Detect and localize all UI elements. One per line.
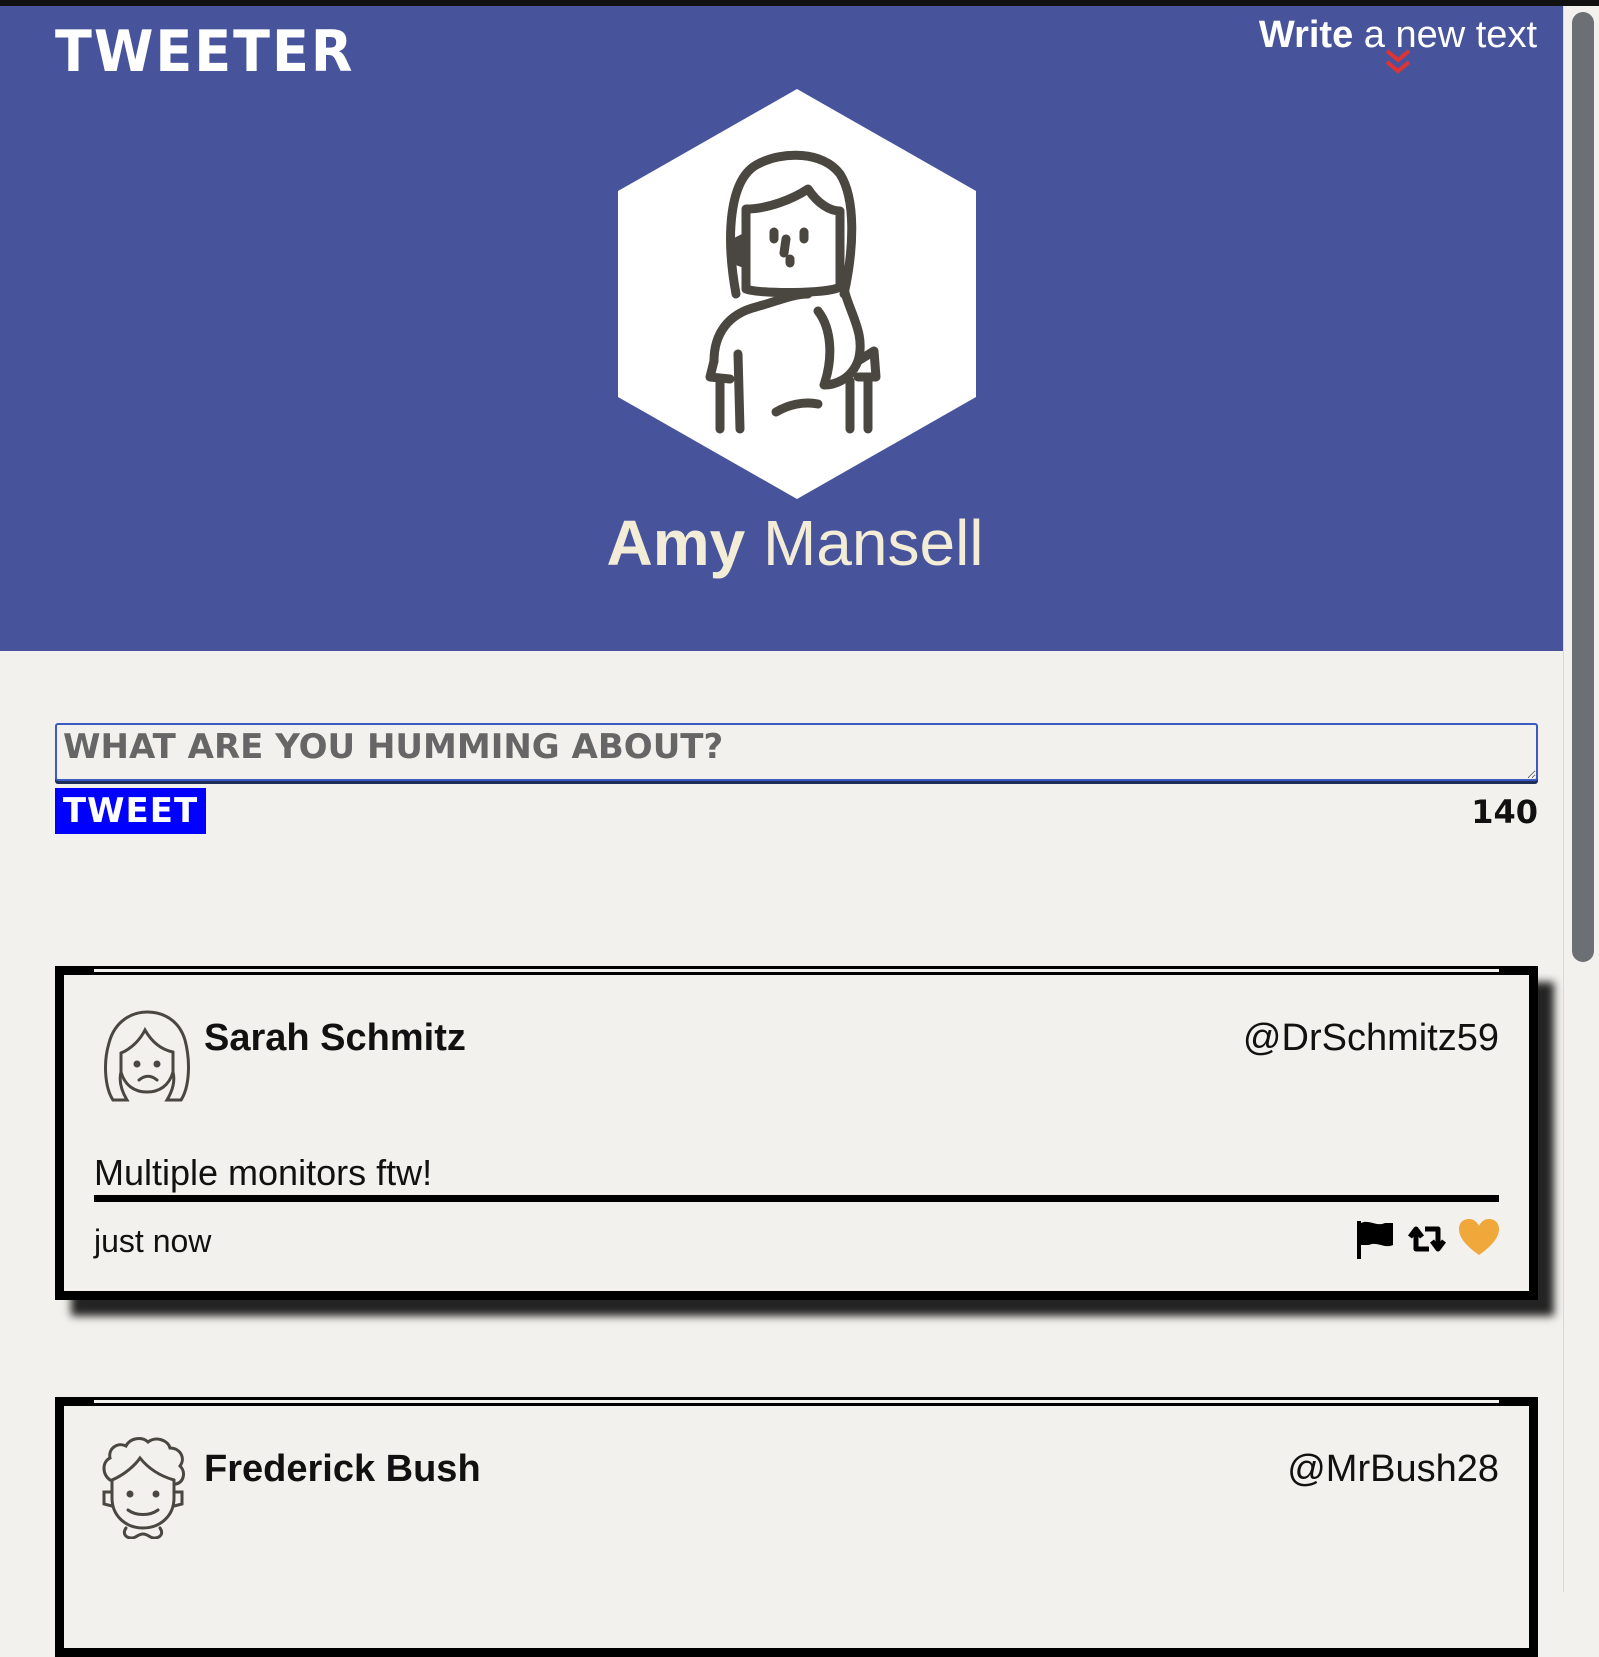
tweet-author-handle[interactable]: @MrBush28: [1287, 1448, 1499, 1491]
tweet-author-name[interactable]: Sarah Schmitz: [204, 1017, 466, 1060]
app-logo[interactable]: Tweeter: [55, 18, 354, 84]
tweet-actions: [1355, 1217, 1499, 1261]
woman-sad-avatar-icon: [104, 1010, 190, 1102]
profile-first-name: Amy: [606, 507, 746, 579]
profile-name: Amy Mansell: [0, 506, 1590, 580]
scrollbar-thumb[interactable]: [1572, 12, 1594, 962]
profile-header: Tweeter Write a new text: [0, 6, 1563, 651]
compose-link-bold: Write: [1258, 14, 1354, 56]
char-counter: 140: [1471, 793, 1538, 831]
compose-link-rest: a new text: [1353, 14, 1537, 56]
write-new-text-link[interactable]: Write a new text: [1259, 14, 1537, 77]
tweet-button[interactable]: Tweet: [55, 788, 206, 834]
tweet-input[interactable]: [55, 723, 1538, 781]
tweet-author-name[interactable]: Frederick Bush: [204, 1448, 481, 1491]
scrollbar-track: [1563, 6, 1564, 1592]
tweet-text: Multiple monitors ftw!: [94, 1153, 1499, 1202]
tweet-card: Frederick Bush @MrBush28: [55, 1397, 1538, 1657]
retweet-icon[interactable]: [1407, 1217, 1447, 1261]
tweet-composer: Tweet 140: [55, 723, 1538, 834]
flag-icon[interactable]: [1355, 1217, 1395, 1261]
vertical-scrollbar[interactable]: [1563, 6, 1599, 1592]
tweet-author-handle[interactable]: @DrSchmitz59: [1243, 1017, 1499, 1060]
profile-last-name: Mansell: [745, 507, 984, 579]
tweet-timestamp: just now: [94, 1223, 212, 1259]
curly-hair-man-avatar-icon: [102, 1437, 185, 1539]
profile-avatar: [618, 89, 976, 499]
tweet-card: Sarah Schmitz @DrSchmitz59 Multiple moni…: [55, 966, 1538, 1300]
heart-icon[interactable]: [1459, 1217, 1499, 1261]
